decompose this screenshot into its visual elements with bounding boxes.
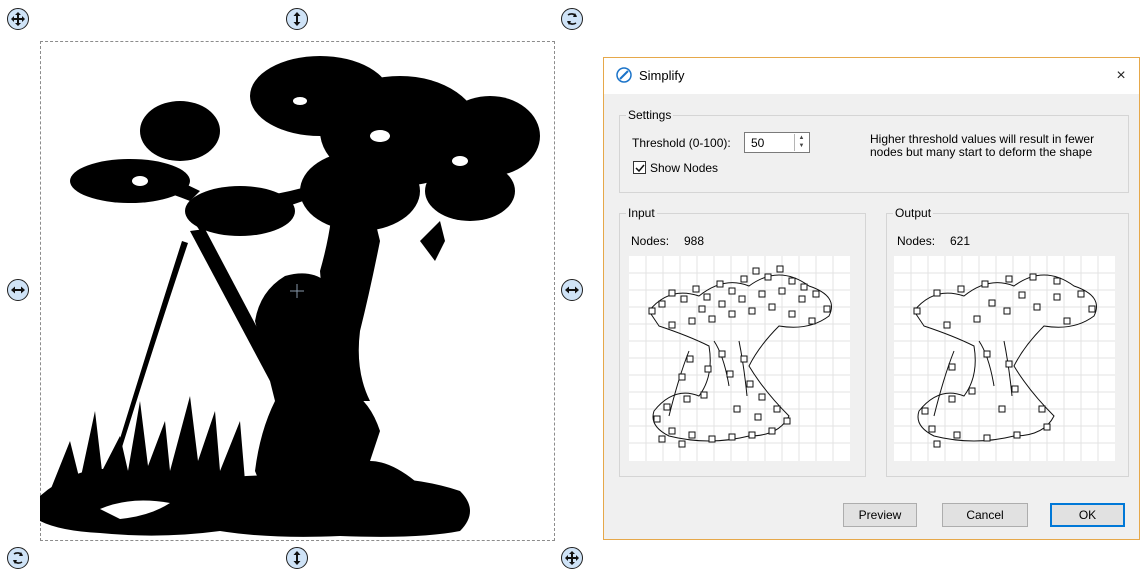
- threshold-stepper[interactable]: ▲ ▼: [794, 134, 808, 151]
- input-preview: [629, 256, 850, 461]
- rotate-icon[interactable]: [7, 547, 29, 569]
- output-preview: [894, 256, 1115, 461]
- vertical-resize-icon[interactable]: [286, 547, 308, 569]
- output-nodes-count: 621: [950, 234, 971, 248]
- threshold-hint: Higher threshold values will result in f…: [870, 133, 1094, 159]
- close-icon: ×: [1116, 67, 1126, 84]
- input-nodes-count: 988: [684, 234, 705, 248]
- simplify-dialog: Simplify × Settings Threshold (0-100): 5…: [603, 57, 1140, 540]
- hint-line-2: nodes but many start to deform the shape: [870, 145, 1093, 159]
- dialog-title: Simplify: [639, 68, 685, 83]
- simplify-icon: [616, 67, 632, 83]
- output-nodes-label: Nodes:: [897, 234, 936, 248]
- move-icon[interactable]: [561, 547, 583, 569]
- output-group-label: Output: [893, 206, 934, 220]
- spin-up-icon[interactable]: ▲: [795, 134, 808, 142]
- rotate-icon[interactable]: [561, 8, 583, 30]
- preview-button[interactable]: Preview: [843, 503, 917, 527]
- dialog-titlebar[interactable]: Simplify ×: [604, 58, 1139, 94]
- checkmark-icon: [634, 164, 645, 172]
- input-nodes-label: Nodes:: [631, 234, 670, 248]
- close-button[interactable]: ×: [1103, 58, 1139, 94]
- settings-group-label: Settings: [626, 108, 674, 122]
- threshold-value[interactable]: 50: [751, 136, 764, 150]
- move-icon[interactable]: [7, 8, 29, 30]
- vertical-resize-icon[interactable]: [286, 8, 308, 30]
- input-group-label: Input: [626, 206, 657, 220]
- show-nodes-label[interactable]: Show Nodes: [650, 161, 718, 175]
- threshold-spinbox[interactable]: 50 ▲ ▼: [744, 132, 810, 153]
- crosshair-icon: [290, 284, 304, 298]
- show-nodes-checkbox[interactable]: [633, 161, 646, 174]
- horizontal-resize-icon[interactable]: [561, 279, 583, 301]
- horizontal-resize-icon[interactable]: [7, 279, 29, 301]
- ok-button[interactable]: OK: [1050, 503, 1125, 527]
- spin-down-icon[interactable]: ▼: [795, 142, 808, 150]
- cancel-button[interactable]: Cancel: [942, 503, 1028, 527]
- threshold-label: Threshold (0-100):: [632, 136, 731, 150]
